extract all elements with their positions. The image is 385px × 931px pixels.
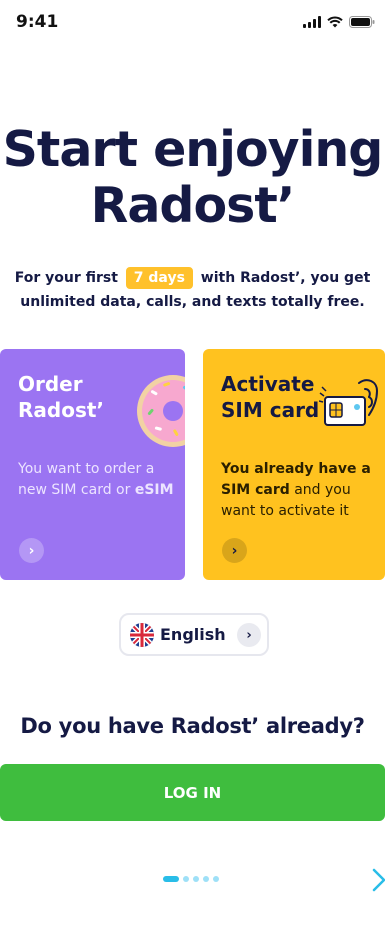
cellular-signal-icon	[303, 16, 321, 28]
activate-card-description: You already have a SIM card and you want…	[221, 459, 381, 522]
page-dot[interactable]	[203, 876, 209, 882]
battery-icon	[349, 16, 375, 28]
status-time: 9:41	[16, 12, 59, 32]
status-icons	[303, 16, 375, 28]
free-days-badge: 7 days	[125, 267, 193, 289]
page-dot[interactable]	[163, 876, 179, 882]
order-radost-card[interactable]: Order Radost’ You want to order a new SI…	[0, 349, 185, 580]
activate-sim-card[interactable]: Activate SIM card You already have a SIM…	[203, 349, 385, 580]
donut-icon	[137, 375, 185, 447]
page-dot[interactable]	[193, 876, 199, 882]
page-title-line-2: Radost’	[90, 177, 296, 234]
sim-card-hand-icon	[319, 379, 379, 426]
page-dot[interactable]	[213, 876, 219, 882]
intro-before-badge: For your first	[14, 270, 118, 286]
intro-text: For your first 7 days with Radost’, you …	[14, 266, 371, 314]
page-title: Start enjoying Radost’	[0, 122, 385, 234]
order-card-arrow-button[interactable]: ›	[19, 538, 44, 563]
language-label: English	[160, 625, 226, 644]
uk-flag-icon	[130, 622, 154, 647]
status-bar: 9:41	[0, 0, 385, 48]
page-dot[interactable]	[183, 876, 189, 882]
next-page-chevron-icon[interactable]	[371, 868, 385, 892]
page-title-line-1: Start enjoying	[2, 121, 384, 178]
wifi-icon	[327, 16, 343, 28]
chevron-right-icon: ›	[237, 623, 261, 647]
login-button[interactable]: LOG IN	[0, 764, 385, 821]
order-card-description: You want to order a new SIM card or eSIM	[18, 459, 178, 501]
language-selector[interactable]: English ›	[119, 613, 269, 656]
login-question: Do you have Radost’ already?	[20, 714, 365, 738]
page-indicator	[163, 876, 219, 882]
order-card-desc-bold: eSIM	[134, 482, 174, 498]
activate-card-arrow-button[interactable]: ›	[222, 538, 247, 563]
